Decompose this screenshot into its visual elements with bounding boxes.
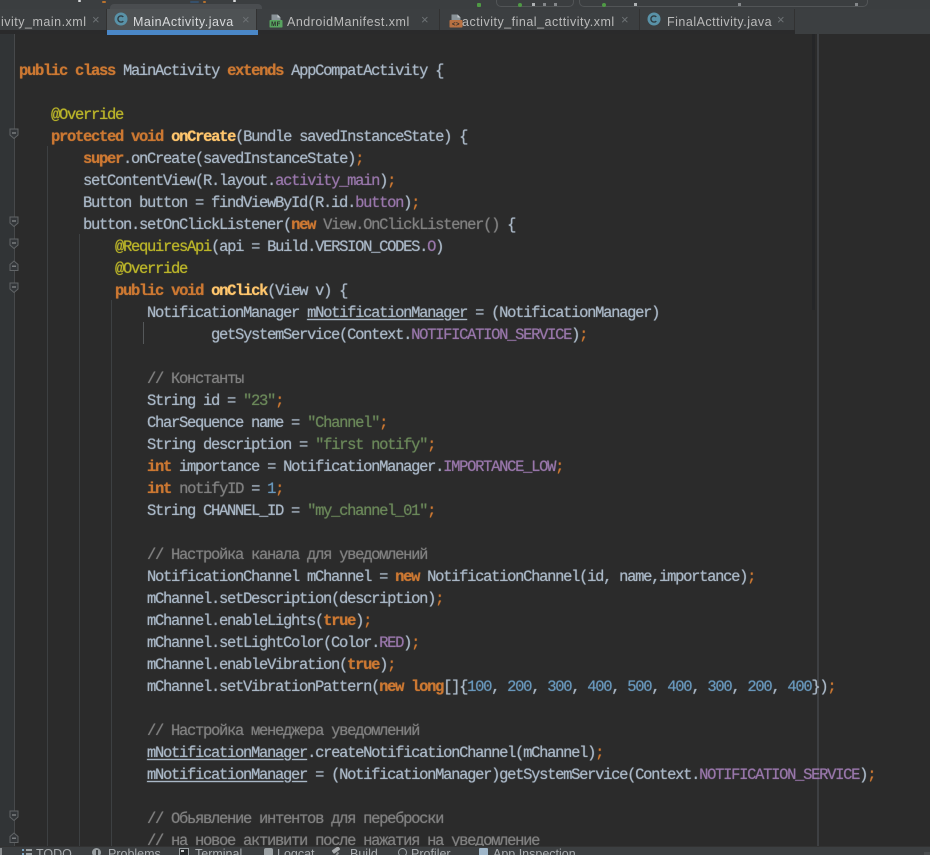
svg-text:MF: MF bbox=[271, 22, 281, 28]
svg-text:<>: <> bbox=[452, 22, 460, 28]
